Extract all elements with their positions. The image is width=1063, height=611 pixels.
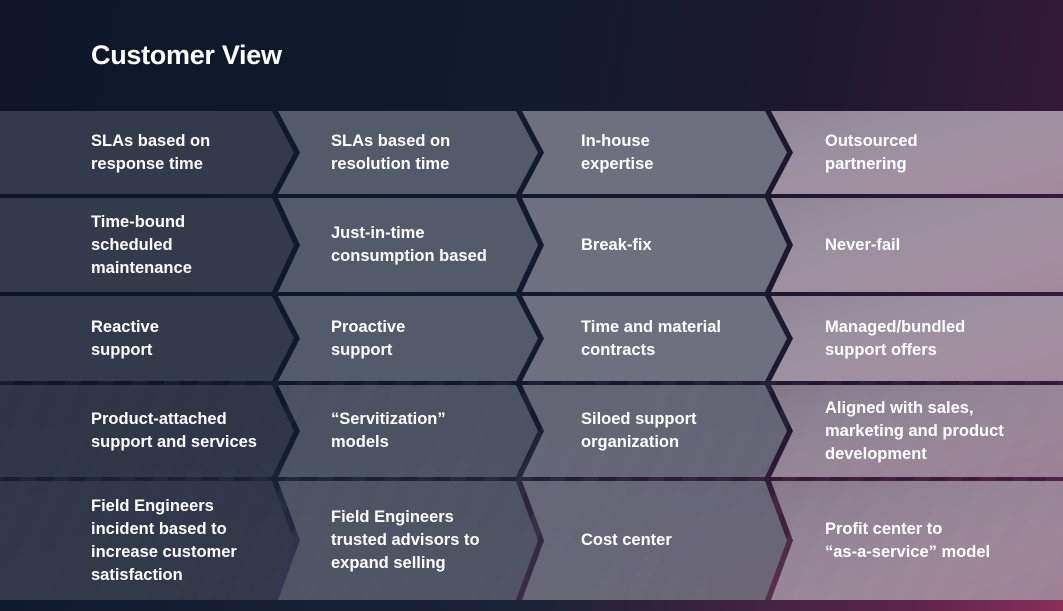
cell-text-r2-c3: Break-fix: [581, 235, 652, 254]
cell-text-r4-c2: “Servitization” models: [331, 410, 446, 451]
cell-text-r2-c4: Never-fail: [825, 235, 901, 254]
cell-text-r3-c4: Managed/bundled support offers: [825, 317, 966, 359]
cell-text-r3-c3: Time and material contracts: [581, 317, 722, 359]
cell-text-r4-c1: Product-attached support and services: [91, 410, 257, 451]
cell-text-r5-c1: Field Engineers incident based to increa…: [91, 496, 237, 584]
cell-text-r3-c2: Proactive support: [331, 317, 406, 359]
cell-text-r2-c2: Just-in-time consumption based: [331, 224, 487, 265]
cell-text-r2-c1: Time-bound scheduled maintenance: [91, 212, 192, 277]
cell-text-r4-c3: Siloed support organization: [581, 410, 697, 451]
cell-text-r5-c4: Profit center to “as-a-service” model: [825, 519, 991, 561]
cell-text-r5-c3: Cost center: [581, 531, 672, 549]
cell-text-r1-c2: SLAs based on resolution time: [331, 131, 451, 173]
cell-text-r5-c2: Field Engineers trusted advisors to expa…: [331, 508, 480, 572]
cell-text-r4-c4: Aligned with sales, marketing and produc…: [825, 398, 1004, 463]
cell-text-r1-c4: Outsourced partnering: [825, 131, 918, 173]
cell-text-r1-c1: SLAs based on response time: [91, 131, 211, 173]
cell-text-r3-c1: Reactive support: [91, 317, 159, 359]
cell-text-r1-c3: In-house expertise: [581, 131, 654, 173]
